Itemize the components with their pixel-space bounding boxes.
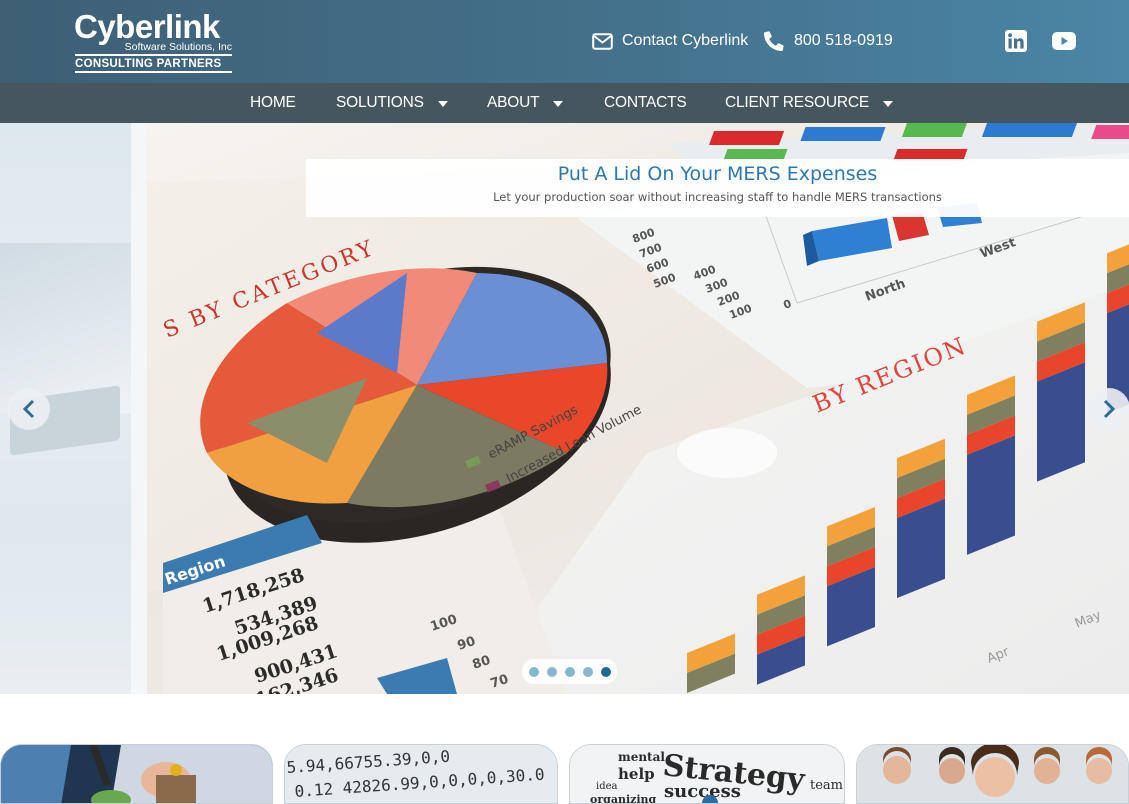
nav-home[interactable]: HOME [250,83,296,123]
logo-wordmark: Cyberlink [74,8,220,45]
slider-dot-5[interactable] [600,666,611,677]
contact-link[interactable]: Contact Cyberlink [592,30,748,52]
card-image-numbers: 5.94,66755.39,0,0 0.12 42826.99,0,0,0,0,… [285,745,557,803]
card-image-team [857,745,1128,803]
youtube-icon[interactable] [1052,31,1076,51]
slider-dot-3[interactable] [564,666,575,677]
logo-rule-top [75,54,232,56]
feature-card-3[interactable]: mental Strategy help success idea organi… [569,744,845,804]
nav-client-resource-label: CLIENT RESOURCE [725,94,869,111]
slide-caption: Put A Lid On Your MERS Expenses Let your… [306,159,1129,217]
logo-subtitle: Software Solutions, Inc [124,41,232,53]
phone-icon [764,31,784,51]
site-header: Cyberlink Software Solutions, Inc CONSUL… [0,0,1129,83]
wordcloud-organizing: organizing [590,793,657,804]
slider-dot-2[interactable] [546,666,557,677]
envelope-icon [592,32,613,50]
nav-about-label: ABOUT [487,94,540,111]
feature-card-2[interactable]: 5.94,66755.39,0,0 0.12 42826.99,0,0,0,0,… [284,744,558,804]
slide-subtitle: Let your production soar without increas… [493,190,942,204]
feature-card-4[interactable] [856,744,1129,804]
wordcloud-team: team [810,778,843,793]
caret-down-icon [437,101,448,107]
chevron-left-icon [22,399,35,419]
slider-pagination [522,659,617,684]
nav-solutions-label: SOLUTIONS [336,94,424,111]
linkedin-icon[interactable] [1005,30,1027,52]
slide-gap [131,123,147,694]
hero-slider: 800 700 600 500 400 300 200 100 0 North … [0,123,1129,694]
caret-down-icon [883,101,893,107]
feature-card-1[interactable] [0,744,273,804]
nav-client-resource[interactable]: CLIENT RESOURCE [725,83,893,123]
logo-tagline: CONSULTING PARTNERS [75,58,222,70]
nav-solutions[interactable]: SOLUTIONS [336,83,448,123]
slider-next-button[interactable] [1088,388,1129,430]
slider-prev-button[interactable] [8,388,50,430]
slider-dot-4[interactable] [582,666,593,677]
phone-number: 800 518-0919 [794,32,893,49]
logo-rule-bottom [75,71,232,73]
card-image-wordcloud: mental Strategy help success idea organi… [570,745,844,804]
nav-home-label: HOME [250,94,296,111]
nav-contacts[interactable]: CONTACTS [604,83,687,123]
nav-about[interactable]: ABOUT [487,83,564,123]
nav-contacts-label: CONTACTS [604,94,687,111]
wordcloud-mental: mental [618,750,665,764]
slide-title: Put A Lid On Your MERS Expenses [557,163,878,185]
main-nav: HOME SOLUTIONS ABOUT CONTACTS CLIENT RES… [0,83,1129,123]
chevron-right-icon [1103,399,1116,419]
wordcloud-help: help [618,765,655,783]
card-image-handshake [1,745,272,803]
slider-dot-1[interactable] [528,666,539,677]
contact-label: Contact Cyberlink [622,32,749,49]
wordcloud-idea: idea [596,781,618,792]
cyberlink-logo[interactable]: Cyberlink Software Solutions, Inc CONSUL… [74,8,234,73]
caret-down-icon [553,101,564,107]
phone-link[interactable]: 800 518-0919 [764,30,893,52]
